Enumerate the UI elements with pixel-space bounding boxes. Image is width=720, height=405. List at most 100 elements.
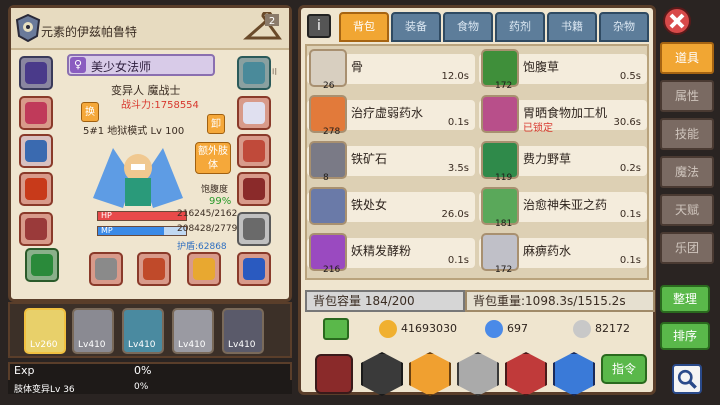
item-time: 0.2s: [619, 163, 641, 174]
inventory-item[interactable]: 8 铁矿石 3.5s: [307, 138, 475, 183]
class-name: 美少女法师: [91, 60, 152, 74]
close-icon[interactable]: [662, 6, 692, 36]
character-title: 元素的伊兹帕鲁特: [41, 25, 138, 39]
inventory-item[interactable]: 119 费力野草 0.2s: [479, 138, 647, 183]
equip-slot-cape[interactable]: [19, 134, 53, 168]
sort-button[interactable]: 排序: [660, 322, 710, 350]
item-name: 麻痹药水: [523, 244, 572, 258]
search-icon[interactable]: [672, 364, 702, 394]
tidy-button[interactable]: 整理: [660, 285, 710, 313]
item-name: 铁矿石: [351, 152, 388, 166]
side-tab-5[interactable]: 乐团: [660, 232, 714, 264]
currency-value: 697: [507, 322, 528, 335]
item-time: 0.1s: [447, 117, 469, 128]
item-qty: 181: [495, 219, 513, 229]
inventory-item[interactable]: 172 麻痹药水 0.1s: [479, 230, 647, 275]
item-qty: 172: [495, 265, 513, 275]
level-label: 5#1 地狱模式 Lv 100: [83, 126, 185, 137]
item-list: 26 骨 12.0s 172 饱腹草 0.5s 278 治疗虚弱药水 0.1s 胃晒食物加工机 已锁…: [305, 44, 649, 280]
party-member-level: Lv410: [128, 340, 156, 350]
tab-1[interactable]: 装备: [391, 12, 441, 42]
mp-bar: MP: [97, 226, 187, 236]
inventory-item[interactable]: 181 治愈神朱亚之药 0.1s: [479, 184, 647, 229]
swap-button[interactable]: 换: [81, 102, 99, 122]
equip-slot-offhand[interactable]: [137, 252, 171, 286]
equip-slot-belt[interactable]: [237, 172, 271, 206]
class-bar: ♀ 美少女法师: [67, 54, 215, 76]
character-sprite: [93, 148, 183, 208]
tab-0[interactable]: 背包: [339, 12, 389, 42]
party-member[interactable]: Lv410: [172, 308, 214, 354]
inventory-panel: i 26 骨 12.0s 172 饱腹草 0.5s 278 治疗虚弱药水 0.1s 胃晒食物加工机…: [298, 5, 656, 396]
equip-slot-ring[interactable]: [237, 96, 271, 130]
side-tab-2[interactable]: 技能: [660, 118, 714, 150]
item-qty: 8: [323, 173, 329, 183]
equip-slot-gem[interactable]: [237, 252, 271, 286]
inventory-item[interactable]: 胃晒食物加工机 已锁定 30.6s: [479, 92, 647, 136]
action-row: 指令: [301, 348, 655, 396]
currency-row: 41693030 697 82172: [301, 316, 655, 342]
inventory-item[interactable]: 216 妖精发酵粉 0.1s: [307, 230, 475, 275]
side-tab-3[interactable]: 魔法: [660, 156, 714, 188]
item-name: 骨: [351, 60, 364, 74]
tab-2[interactable]: 食物: [443, 12, 493, 42]
equip-slot-armor[interactable]: [19, 172, 53, 206]
rank-badge-icon: [15, 14, 41, 42]
item-name: 费力野草: [523, 152, 572, 166]
satiety-value: 99%: [209, 196, 232, 207]
equip-slot-gloves[interactable]: [19, 212, 53, 246]
side-tab-0[interactable]: 道具: [660, 42, 714, 74]
hp-value: 216245/2162: [177, 209, 238, 219]
collect-icon[interactable]: [323, 318, 349, 340]
item-name: 治愈神朱亚之药: [523, 198, 608, 212]
side-tab-1[interactable]: 属性: [660, 80, 714, 112]
transform-percent: 0%: [134, 382, 149, 392]
inventory-item[interactable]: 278 治疗虚弱药水 0.1s: [307, 92, 475, 137]
inventory-item[interactable]: 铁处女 26.0s: [307, 184, 475, 228]
item-qty: 278: [323, 127, 341, 137]
party-member[interactable]: Lv410: [122, 308, 164, 354]
item-name: 治疗虚弱药水: [351, 106, 424, 120]
extra-limb-button[interactable]: 额外肢体: [195, 142, 231, 174]
party-member[interactable]: Lv410: [72, 308, 114, 354]
inventory-item[interactable]: 172 饱腹草 0.5s: [479, 46, 647, 91]
currency-value: 41693030: [401, 322, 457, 335]
tab-3[interactable]: 药剂: [495, 12, 545, 42]
inventory-item[interactable]: 26 骨 12.0s: [307, 46, 475, 91]
party-row: Lv260 Lv410 Lv410 Lv410 Lv410: [8, 302, 292, 358]
party-member-level: Lv410: [78, 340, 106, 350]
side-tab-4[interactable]: 天赋: [660, 194, 714, 226]
item-name: 饱腹草: [523, 60, 560, 74]
command-button[interactable]: 指令: [601, 354, 647, 384]
equip-slot-amulet[interactable]: [19, 96, 53, 130]
svg-text:2: 2: [269, 16, 275, 27]
unequip-button[interactable]: 卸: [207, 114, 225, 134]
item-icon: [309, 187, 347, 225]
mp-tag: MP: [101, 226, 113, 235]
item-name: 妖精发酵粉: [351, 244, 412, 258]
equip-slot-bracer[interactable]: [237, 134, 271, 168]
equip-slot-accessory[interactable]: [25, 248, 59, 282]
battery-icon[interactable]: [315, 354, 353, 394]
equip-slot-helm[interactable]: [237, 56, 271, 90]
equip-slot-key[interactable]: [187, 252, 221, 286]
equip-slot-boots[interactable]: [237, 212, 271, 246]
wardrobe-hanger-icon[interactable]: 2: [243, 12, 283, 46]
party-member[interactable]: Lv410: [222, 308, 264, 354]
tab-4[interactable]: 书籍: [547, 12, 597, 42]
arrow-skill-icon[interactable]: [553, 352, 595, 396]
info-icon[interactable]: i: [307, 14, 331, 38]
character-header: 元素的伊兹帕鲁特 2: [11, 8, 289, 50]
exp-label: Exp: [14, 364, 35, 377]
equip-slot-crown[interactable]: [19, 56, 53, 90]
shuriken-skill-icon[interactable]: [409, 352, 451, 396]
rune-skill-icon[interactable]: [505, 352, 547, 396]
equip-slot-weapon[interactable]: [89, 252, 123, 286]
party-member[interactable]: Lv260: [24, 308, 66, 354]
empty-skill-slot[interactable]: [361, 352, 403, 396]
item-time: 0.1s: [447, 255, 469, 266]
tab-5[interactable]: 杂物: [599, 12, 649, 42]
gem-icon: [485, 320, 503, 338]
vortex-skill-icon[interactable]: [457, 352, 499, 396]
item-time: 0.1s: [619, 209, 641, 220]
